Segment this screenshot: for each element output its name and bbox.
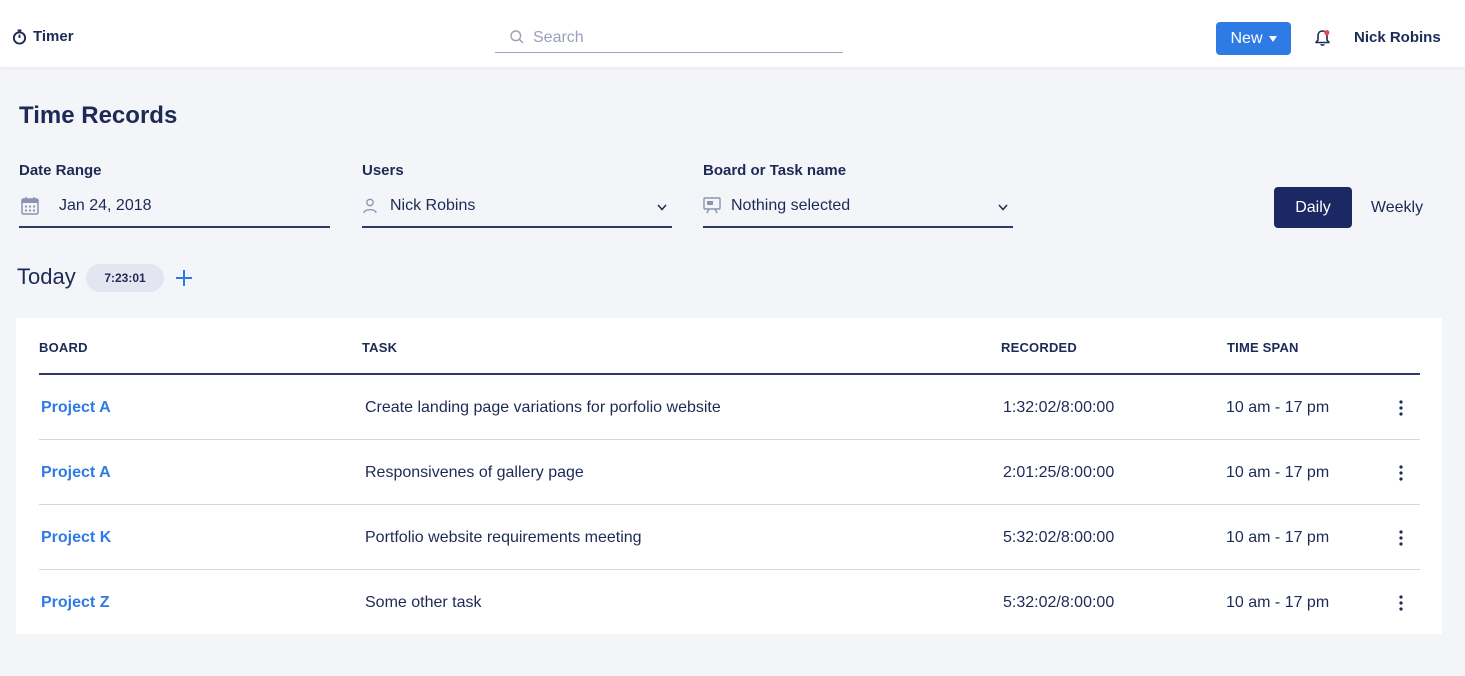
time-span-cell: 10 am - 17 pm <box>1226 464 1330 481</box>
task-cell: Create landing page variations for porfo… <box>365 399 721 416</box>
user-name[interactable]: Nick Robins <box>1354 29 1441 46</box>
board-value: Nothing selected <box>731 197 851 214</box>
time-span-cell: 10 am - 17 pm <box>1226 594 1330 611</box>
total-time-badge: 7:23:01 <box>86 264 164 292</box>
search-bar <box>495 25 843 53</box>
recorded-cell: 2:01:25/8:00:00 <box>1003 464 1115 481</box>
table-row: Project Z Some other task 5:32:02/8:00:0… <box>39 570 1420 635</box>
table-row: Project A Responsivenes of gallery page … <box>39 440 1420 505</box>
today-heading: Today <box>17 264 76 289</box>
new-button[interactable]: New <box>1216 22 1291 55</box>
chevron-down-icon <box>998 204 1008 211</box>
column-header-time-span: TIME SPAN <box>1227 340 1299 355</box>
search-input[interactable] <box>533 27 823 49</box>
date-range-label: Date Range <box>19 162 102 179</box>
users-value: Nick Robins <box>390 197 476 214</box>
recorded-cell: 5:32:02/8:00:00 <box>1003 594 1115 611</box>
table-row: Project K Portfolio website requirements… <box>39 505 1420 570</box>
board-select[interactable]: Nothing selected <box>703 192 1013 228</box>
board-link[interactable]: Project K <box>41 529 111 547</box>
page-title: Time Records <box>19 102 178 129</box>
task-cell: Portfolio website requirements meeting <box>365 529 642 546</box>
app-name: Timer <box>33 28 74 45</box>
board-link[interactable]: Project A <box>41 464 111 482</box>
date-range-value: Jan 24, 2018 <box>59 197 152 214</box>
users-select[interactable]: Nick Robins <box>362 192 672 228</box>
chevron-down-icon <box>657 204 667 211</box>
time-span-cell: 10 am - 17 pm <box>1226 529 1330 546</box>
board-icon <box>703 197 721 214</box>
caret-down-icon <box>1268 35 1277 42</box>
daily-toggle[interactable]: Daily <box>1274 187 1352 228</box>
user-icon <box>363 198 377 214</box>
search-icon <box>510 30 524 44</box>
recorded-cell: 5:32:02/8:00:00 <box>1003 529 1115 546</box>
board-link[interactable]: Project A <box>41 399 111 417</box>
stopwatch-icon <box>12 29 27 44</box>
time-span-cell: 10 am - 17 pm <box>1226 399 1330 416</box>
weekly-toggle[interactable]: Weekly <box>1356 187 1438 228</box>
task-cell: Some other task <box>365 594 482 611</box>
date-range-field[interactable]: Jan 24, 2018 <box>19 192 330 228</box>
column-header-recorded: RECORDED <box>1001 340 1077 355</box>
bell-icon[interactable] <box>1314 29 1331 47</box>
users-label: Users <box>362 162 404 179</box>
plus-icon[interactable] <box>174 268 194 288</box>
table-row: Project A Create landing page variations… <box>39 375 1420 440</box>
new-button-label: New <box>1230 29 1263 47</box>
top-bar: Timer New Nick Robins <box>0 0 1465 67</box>
app-brand[interactable]: Timer <box>12 28 74 45</box>
column-header-task: TASK <box>362 340 398 355</box>
task-cell: Responsivenes of gallery page <box>365 464 584 481</box>
more-vertical-icon[interactable] <box>1396 399 1406 417</box>
board-link[interactable]: Project Z <box>41 594 109 612</box>
more-vertical-icon[interactable] <box>1396 464 1406 482</box>
recorded-cell: 1:32:02/8:00:00 <box>1003 399 1115 416</box>
board-label: Board or Task name <box>703 162 847 179</box>
more-vertical-icon[interactable] <box>1396 594 1406 612</box>
calendar-icon <box>21 197 39 215</box>
column-header-board: BOARD <box>39 340 88 355</box>
more-vertical-icon[interactable] <box>1396 529 1406 547</box>
